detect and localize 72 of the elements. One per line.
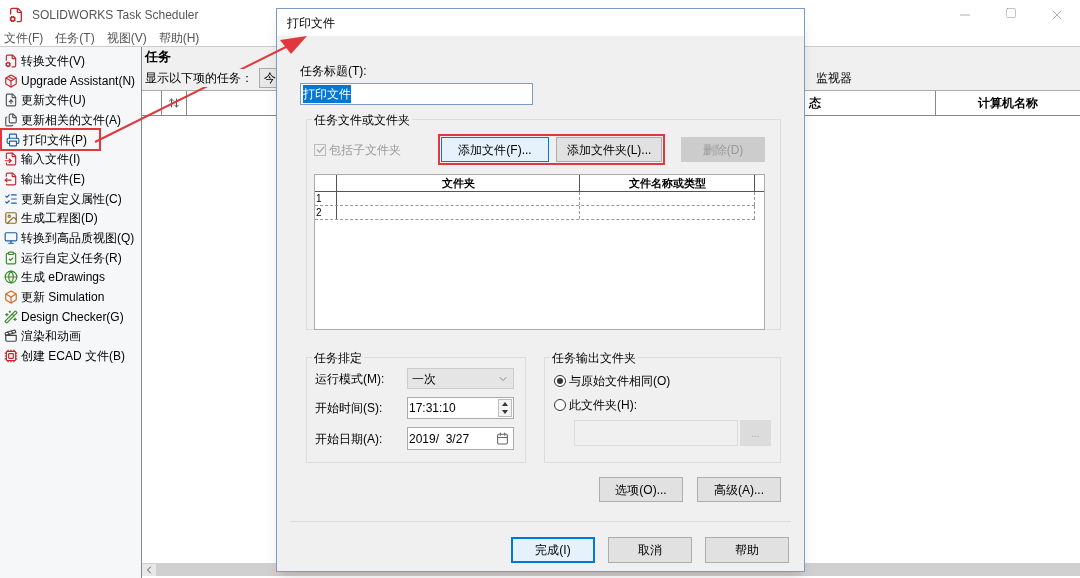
wand-icon [4,309,18,324]
scroll-left-icon[interactable] [142,563,156,576]
task-type-item[interactable]: 输出文件(E) [0,169,141,189]
printer-icon [6,132,20,147]
task-type-item[interactable]: 打印文件(P) [2,129,99,150]
file-output-icon [4,171,18,186]
radio-option[interactable]: 与原始文件相同(O) [554,372,671,390]
group-title: 任务排定 [312,349,364,367]
checkmark-icon [315,145,325,154]
sort-icon[interactable] [168,97,180,109]
menu-item[interactable]: 帮助(H) [158,29,200,47]
clipboard-check-icon [4,250,18,265]
dialog-button[interactable]: 选项(O)... [599,477,683,502]
task-type-item[interactable]: 生成 eDrawings [0,267,141,288]
file-up-icon [4,93,18,108]
monitor-label: 监视器 [816,69,852,87]
dialog-button[interactable]: 高级(A)... [697,477,781,502]
spinner-icon[interactable] [498,399,512,417]
list-icon [4,191,18,206]
dialog-button[interactable]: 添加文件夹(L)... [556,137,662,162]
column-header: 文件名称或类型 [580,175,755,191]
clapperboard-icon [4,329,18,344]
group-title: 任务输出文件夹 [550,349,638,367]
field-label: 开始时间(S): [315,400,384,417]
row-number: 1 [315,192,337,205]
task-type-item[interactable]: 运行自定义任务(R) [0,247,141,268]
calendar-icon[interactable] [496,432,509,445]
image-icon [4,211,18,226]
task-type-item[interactable]: 创建 ECAD 文件(B) [0,346,141,366]
globe-icon [4,270,18,285]
task-type-item[interactable]: 渲染和动画 [0,326,141,347]
dialog-title: 打印文件 [287,14,335,32]
task-type-item[interactable]: 更新 Simulation [0,287,141,307]
task-type-item[interactable]: 更新相关的文件(A) [0,110,141,130]
panel-heading: 任务 [145,48,171,66]
task-title-field[interactable]: 打印文件 [300,83,533,105]
column-header[interactable]: 态 [807,91,936,115]
field-label: 运行模式(M): [315,370,386,388]
cube-icon [4,290,18,305]
row-number: 2 [315,206,337,219]
column-header: 文件夹 [337,175,580,191]
group-title: 任务文件或文件夹 [312,111,412,129]
chip-icon [4,349,18,364]
task-type-item[interactable]: 生成工程图(D) [0,208,141,229]
column-header[interactable]: 计算机名称 [936,91,1080,115]
task-type-item[interactable]: Design Checker(G) [0,306,141,327]
run-mode-dropdown[interactable]: 一次 [407,368,514,389]
dialog-button[interactable]: 添加文件(F)... [441,137,549,162]
start-time-field[interactable]: 17:31:10 [407,397,514,419]
file-gear-icon [4,53,18,68]
package-icon [4,73,18,88]
task-type-item[interactable]: 转换到高品质视图(Q) [0,228,141,248]
dialog-button[interactable]: 完成(I) [511,537,595,563]
radio-option[interactable]: 此文件夹(H): [554,396,637,414]
task-type-item[interactable]: 更新文件(U) [0,90,141,111]
app-icon [8,7,24,23]
task-type-item[interactable]: 输入文件(I) [0,149,141,170]
menu-item[interactable]: 视图(V) [106,29,147,47]
menu-item[interactable]: 任务(T) [55,29,95,47]
dialog-button[interactable]: 帮助 [705,537,789,563]
field-label: 开始日期(A): [315,430,384,448]
task-type-item[interactable]: Upgrade Assistant(N) [0,70,141,91]
task-type-item[interactable]: 更新自定义属性(C) [0,188,141,209]
files-icon [4,112,18,127]
monitor-icon [4,231,18,246]
field-label: 任务标题(T): [300,63,367,80]
menu-item[interactable]: 文件(F) [4,29,44,47]
window-title: SOLIDWORKS Task Scheduler [32,7,199,24]
start-date-field[interactable]: 2019/ 3/27 [407,427,514,450]
file-input-icon [4,152,18,167]
dialog-button[interactable]: 取消 [608,537,692,563]
task-type-item[interactable]: 转换文件(V) [0,51,141,71]
